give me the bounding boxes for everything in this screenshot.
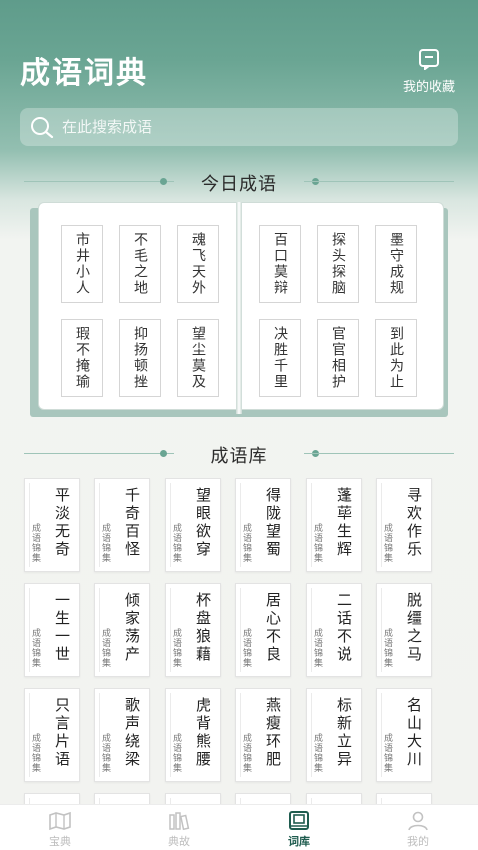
idiom-card[interactable]: 望眼欲穿 成语锦集 xyxy=(165,478,221,572)
books-icon xyxy=(169,812,190,831)
tab-label: 典故 xyxy=(168,835,190,848)
dictionary-icon xyxy=(289,811,309,830)
user-icon xyxy=(408,811,428,831)
idiom-card[interactable]: 蓬荜生辉 成语锦集 xyxy=(306,478,362,572)
search-bar[interactable] xyxy=(20,108,458,146)
today-idiom-card[interactable]: 百口莫辩 xyxy=(259,225,301,303)
idiom-card[interactable]: 一生一世 成语锦集 xyxy=(24,583,80,677)
today-idiom-card[interactable]: 抑扬顿挫 xyxy=(119,319,161,397)
tab-label: 词库 xyxy=(288,835,310,848)
idiom-card[interactable]: 寻欢作乐 成语锦集 xyxy=(376,478,432,572)
bookmark-icon xyxy=(419,49,439,70)
idiom-library-grid: 平淡无奇 成语锦集 千奇百怪 成语锦集 望眼欲穿 成语锦集 得陇望蜀 成语锦集 蓬荜生辉… xyxy=(0,478,478,808)
today-idiom-card[interactable]: 不毛之地 xyxy=(119,225,161,303)
tab-ciku[interactable]: 词库 xyxy=(259,811,339,849)
tab-diangu[interactable]: 典故 xyxy=(139,811,219,849)
book-left-page: 市井小人 不毛之地 魂飞天外 瑕不掩瑜 抑扬顿挫 望尘莫及 xyxy=(38,202,242,410)
today-idiom-card[interactable]: 魂飞天外 xyxy=(177,225,219,303)
today-idiom-card[interactable]: 望尘莫及 xyxy=(177,319,219,397)
idiom-card[interactable]: 千奇百怪 成语锦集 xyxy=(94,478,150,572)
today-title: 今日成语 xyxy=(201,174,277,195)
search-input[interactable] xyxy=(62,114,442,140)
tab-baodian[interactable]: 宝典 xyxy=(20,811,100,849)
today-idiom-card[interactable]: 市井小人 xyxy=(61,225,103,303)
today-idiom-card[interactable]: 到此为止 xyxy=(375,319,417,397)
idiom-card[interactable]: 倾家荡产 成语锦集 xyxy=(94,583,150,677)
favorites-label: 我的收藏 xyxy=(402,80,455,95)
app-title: 成语词典 xyxy=(20,56,148,91)
today-idiom-card[interactable]: 墨守成规 xyxy=(375,225,417,303)
divider-line xyxy=(304,453,454,454)
idiom-card[interactable]: 居心不良 成语锦集 xyxy=(235,583,291,677)
idiom-card[interactable]: 二话不说 成语锦集 xyxy=(306,583,362,677)
tab-label: 宝典 xyxy=(49,835,71,848)
today-idiom-card[interactable]: 官官相护 xyxy=(317,319,359,397)
book-right-page: 百口莫辩 探头探脑 墨守成规 决胜千里 官官相护 到此为止 xyxy=(240,202,444,410)
map-book-icon xyxy=(49,811,71,831)
today-section-header: 今日成语 xyxy=(20,170,458,195)
library-title: 成语库 xyxy=(210,446,268,467)
divider-line xyxy=(304,181,454,182)
idiom-card[interactable]: 得陇望蜀 成语锦集 xyxy=(235,478,291,572)
tab-wode[interactable]: 我的 xyxy=(378,811,458,849)
idiom-card[interactable]: 平淡无奇 成语锦集 xyxy=(24,478,80,572)
search-icon xyxy=(31,117,54,138)
bottom-tab-bar: 宝典 典故 词库 我的 xyxy=(0,804,478,850)
idiom-card[interactable]: 歌声绕梁 成语锦集 xyxy=(94,688,150,782)
today-idiom-card[interactable]: 瑕不掩瑜 xyxy=(61,319,103,397)
tab-label: 我的 xyxy=(407,835,429,848)
book-spine xyxy=(236,202,242,414)
idiom-card[interactable]: 脱缰之马 成语锦集 xyxy=(376,583,432,677)
idiom-card[interactable]: 杯盘狼藉 成语锦集 xyxy=(165,583,221,677)
favorites-button[interactable]: 我的收藏 xyxy=(398,48,460,95)
app-header: 成语词典 我的收藏 xyxy=(0,0,478,100)
today-idiom-book: 市井小人 不毛之地 魂飞天外 瑕不掩瑜 抑扬顿挫 望尘莫及 百口莫辩 探头探脑 … xyxy=(30,202,448,417)
today-idiom-card[interactable]: 探头探脑 xyxy=(317,225,359,303)
idiom-card[interactable]: 标新立异 成语锦集 xyxy=(306,688,362,782)
idiom-card[interactable]: 燕瘦环肥 成语锦集 xyxy=(235,688,291,782)
idiom-card[interactable]: 名山大川 成语锦集 xyxy=(376,688,432,782)
library-section-header: 成语库 xyxy=(20,442,458,467)
today-idiom-card[interactable]: 决胜千里 xyxy=(259,319,301,397)
idiom-card[interactable]: 只言片语 成语锦集 xyxy=(24,688,80,782)
idiom-card[interactable]: 虎背熊腰 成语锦集 xyxy=(165,688,221,782)
